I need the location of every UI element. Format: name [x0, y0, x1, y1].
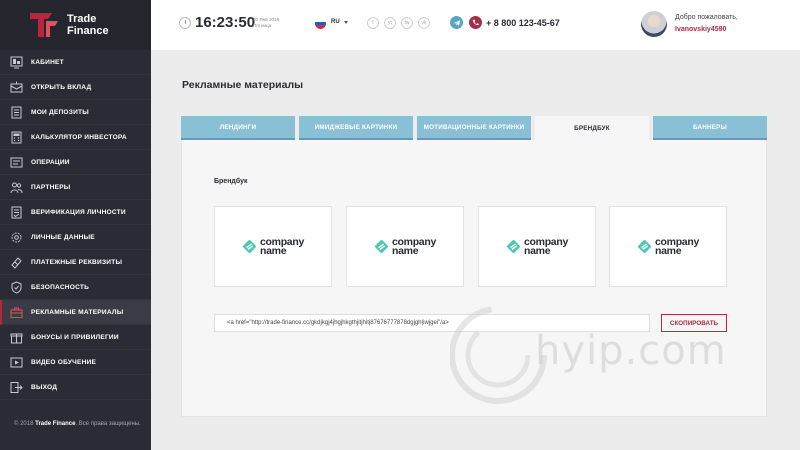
sidebar-item-calculator[interactable]: КАЛЬКУЛЯТОР ИНВЕСТОРА	[0, 125, 151, 150]
tab-banners[interactable]: БАННЕРЫ	[653, 116, 767, 140]
bonus-icon	[10, 331, 23, 344]
tab-brandbook[interactable]: БРЕНДБУК	[535, 116, 649, 140]
company-logo-icon	[507, 240, 520, 253]
briefcase-icon	[10, 306, 23, 319]
sidebar-item-label: КАЛЬКУЛЯТОР ИНВЕСТОРА	[31, 133, 127, 141]
twitter-icon[interactable]: tw	[401, 17, 413, 29]
phone-icon	[469, 16, 482, 29]
sidebar-item-label: МОИ ДЕПОЗИТЫ	[31, 108, 89, 116]
facebook-icon[interactable]: f	[367, 17, 379, 29]
deposits-icon	[10, 106, 23, 119]
tab-image-pictures[interactable]: ИМИДЖЕВЫЕ КАРТИНКИ	[299, 116, 413, 140]
gear-icon	[10, 231, 23, 244]
sidebar-item-label: РЕКЛАМНЫЕ МАТЕРИАЛЫ	[31, 308, 124, 316]
sidebar-item-video-training[interactable]: ВИДЕО ОБУЧЕНИЕ	[0, 350, 151, 375]
partners-icon	[10, 181, 23, 194]
sidebar-item-operations[interactable]: ОПЕРАЦИИ	[0, 150, 151, 175]
welcome-text: Добро пожаловать,	[675, 14, 738, 21]
clock-date: 20 Янв 2018 Пятница	[253, 17, 280, 28]
sidebar-item-label: КАБИНЕТ	[31, 58, 64, 66]
sidebar-item-my-deposits[interactable]: МОИ ДЕПОЗИТЫ	[0, 100, 151, 125]
logo[interactable]: Trade Finance	[0, 0, 151, 50]
company-logo-icon	[243, 240, 256, 253]
sidebar-item-label: ПЛАТЕЖНЫЕ РЕКВИЗИТЫ	[31, 258, 123, 266]
clock-time: 16:23:50	[195, 14, 256, 31]
sidebar: Trade Finance КАБИНЕТ ОТКРЫТЬ ВКЛАД МОИ …	[0, 0, 151, 450]
page-title: Рекламные материалы	[182, 79, 304, 91]
logo-line-2: Finance	[67, 25, 109, 37]
sidebar-item-bonuses[interactable]: БОНУСЫ И ПРИВИЛЕГИИ	[0, 325, 151, 350]
telegram-icon[interactable]	[450, 16, 463, 29]
sidebar-item-label: ОТКРЫТЬ ВКЛАД	[31, 83, 92, 91]
brandbook-card[interactable]: company name	[609, 206, 727, 287]
tab-landings[interactable]: ЛЕНДИНГИ	[181, 116, 295, 140]
username-link[interactable]: Ivanovskiy4590	[675, 26, 726, 33]
phone-number[interactable]: + 8 800 123-45-67	[486, 18, 560, 28]
sidebar-item-security[interactable]: БЕЗОПАСНОСТЬ	[0, 275, 151, 300]
sidebar-item-verification[interactable]: ВЕРИФИКАЦИЯ ЛИЧНОСТИ	[0, 200, 151, 225]
copyright: © 2018 Trade Finance. Все права защищены…	[14, 421, 141, 427]
chevron-down-icon	[344, 21, 348, 24]
brandbook-card[interactable]: company name	[478, 206, 596, 287]
brandbook-card[interactable]: company name	[346, 206, 464, 287]
sidebar-item-label: БЕЗОПАСНОСТЬ	[31, 283, 90, 291]
shield-icon	[10, 280, 23, 294]
deposit-open-icon	[10, 81, 23, 94]
sidebar-menu: КАБИНЕТ ОТКРЫТЬ ВКЛАД МОИ ДЕПОЗИТЫ КАЛЬК…	[0, 50, 151, 400]
sidebar-item-label: ЛИЧНЫЕ ДАННЫЕ	[31, 233, 95, 241]
watermark-text: hyip.com	[535, 328, 727, 374]
material-tabs: ЛЕНДИНГИ ИМИДЖЕВЫЕ КАРТИНКИ МОТИВАЦИОННЫ…	[181, 116, 767, 140]
company-logo-icon	[375, 240, 388, 253]
sidebar-item-payment-details[interactable]: ПЛАТЕЖНЫЕ РЕКВИЗИТЫ	[0, 250, 151, 275]
logout-icon	[10, 381, 23, 394]
russia-flag-icon[interactable]	[315, 18, 326, 29]
sidebar-item-label: ВЫХОД	[31, 383, 58, 391]
clock-icon	[179, 17, 191, 29]
sidebar-item-label: ОПЕРАЦИИ	[31, 158, 70, 166]
video-icon	[10, 356, 23, 369]
payment-icon	[10, 256, 23, 269]
brandbook-card[interactable]: company name	[214, 206, 332, 287]
sidebar-item-open-deposit[interactable]: ОТКРЫТЬ ВКЛАД	[0, 75, 151, 100]
logo-line-1: Trade	[67, 13, 97, 25]
sidebar-item-cabinet[interactable]: КАБИНЕТ	[0, 50, 151, 75]
top-header: 16:23:50 20 Янв 2018 Пятница RU f yt tw …	[151, 0, 800, 50]
verification-icon	[10, 206, 23, 219]
youtube-icon[interactable]: yt	[384, 17, 396, 29]
sidebar-item-promo-materials[interactable]: РЕКЛАМНЫЕ МАТЕРИАЛЫ	[0, 300, 151, 325]
sidebar-item-partners[interactable]: ПАРТНЕРЫ	[0, 175, 151, 200]
sidebar-item-label: БОНУСЫ И ПРИВИЛЕГИИ	[31, 333, 119, 341]
section-title: Брендбук	[214, 178, 248, 185]
sidebar-item-personal-data[interactable]: ЛИЧНЫЕ ДАННЫЕ	[0, 225, 151, 250]
sidebar-item-label: ВЕРИФИКАЦИЯ ЛИЧНОСТИ	[31, 208, 126, 216]
language-selector[interactable]: RU	[331, 19, 340, 25]
logo-mark-icon	[28, 11, 62, 39]
company-logo-icon	[638, 240, 651, 253]
dashboard-icon	[10, 56, 23, 69]
sidebar-item-logout[interactable]: ВЫХОД	[0, 375, 151, 400]
vk-icon[interactable]: vk	[418, 17, 430, 29]
operations-icon	[10, 156, 23, 169]
tab-motivational-pictures[interactable]: МОТИВАЦИОННЫЕ КАРТИНКИ	[417, 116, 531, 140]
sidebar-item-label: ПАРТНЕРЫ	[31, 183, 71, 191]
sidebar-item-label: ВИДЕО ОБУЧЕНИЕ	[31, 358, 97, 366]
calculator-icon	[10, 131, 23, 144]
avatar[interactable]	[641, 11, 667, 37]
